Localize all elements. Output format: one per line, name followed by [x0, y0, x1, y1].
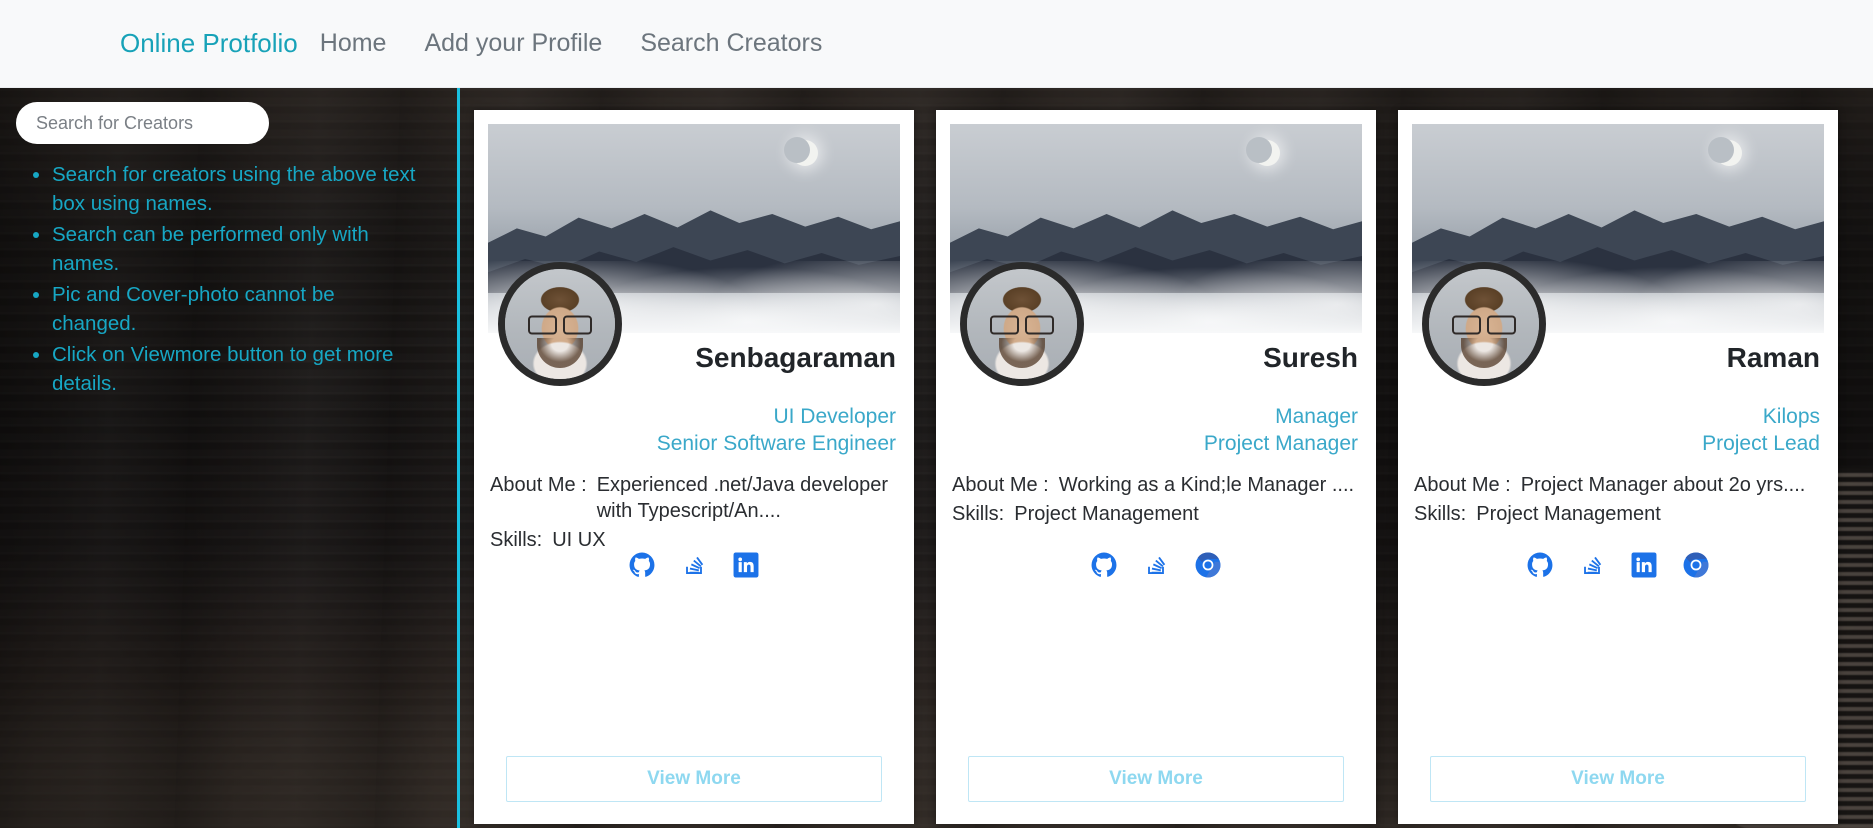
tip-item: Pic and Cover-photo cannot be changed. — [30, 280, 420, 338]
avatar — [498, 262, 622, 386]
about-value: Working as a Kind;le Manager .... — [1058, 474, 1355, 496]
chrome-icon[interactable] — [1195, 552, 1221, 578]
stackoverflow-icon[interactable] — [1579, 552, 1605, 578]
moon-icon — [784, 137, 818, 166]
about-row: About Me : Project Manager about 2o yrs.… — [1414, 472, 1822, 498]
skills-value: UI UX — [552, 529, 606, 551]
role-secondary: Project Lead — [1702, 432, 1820, 455]
detail-block: About Me : Experienced .net/Java develop… — [490, 472, 898, 556]
about-row: About Me : Working as a Kind;le Manager … — [952, 472, 1360, 498]
github-icon[interactable] — [1091, 552, 1117, 578]
github-icon[interactable] — [1527, 552, 1553, 578]
role-secondary: Senior Software Engineer — [656, 432, 896, 455]
skills-value: Project Management — [1014, 503, 1199, 525]
creator-name: Suresh — [1263, 342, 1358, 373]
view-more-button[interactable]: View More — [506, 756, 882, 802]
about-label: About Me : — [490, 474, 587, 496]
about-label: About Me : — [952, 474, 1049, 496]
detail-block: About Me : Working as a Kind;le Manager … — [952, 472, 1360, 530]
glasses-icon — [528, 315, 592, 335]
tip-item: Search for creators using the above text… — [30, 160, 420, 218]
creator-card[interactable]: Senbagaraman UI Developer Senior Softwar… — [474, 110, 914, 824]
social-links — [936, 552, 1376, 578]
avatar — [1422, 262, 1546, 386]
avatar — [960, 262, 1084, 386]
about-value: Experienced .net/Java developer with Typ… — [596, 474, 889, 522]
social-links — [474, 552, 914, 578]
tip-item: Click on Viewmore button to get more det… — [30, 340, 420, 398]
chrome-icon[interactable] — [1683, 552, 1709, 578]
nav-brand-online-protfolio[interactable]: Online Protfolio — [120, 28, 298, 59]
moon-icon — [1246, 137, 1280, 166]
sidebar-tips-list: Search for creators using the above text… — [30, 160, 420, 400]
skills-value: Project Management — [1476, 503, 1661, 525]
linkedin-icon[interactable] — [733, 552, 759, 578]
view-more-button[interactable]: View More — [1430, 756, 1806, 802]
glasses-icon — [990, 315, 1054, 335]
nav-link-home[interactable]: Home — [320, 29, 387, 58]
about-value: Project Manager about 2o yrs.... — [1520, 474, 1806, 496]
role-secondary: Project Manager — [1203, 432, 1358, 455]
nav-link-add-your-profile[interactable]: Add your Profile — [424, 29, 602, 58]
creator-card[interactable]: Suresh Manager Project Manager About Me … — [936, 110, 1376, 824]
skills-label: Skills: — [952, 503, 1005, 525]
stackoverflow-icon[interactable] — [681, 552, 707, 578]
page-body: Search for creators using the above text… — [0, 88, 1873, 828]
skills-row: Skills: UI UX — [490, 527, 898, 553]
sidebar: Search for creators using the above text… — [0, 88, 459, 828]
role-block: Kilops Project Lead — [1702, 403, 1820, 457]
role-primary: Kilops — [1762, 405, 1820, 428]
tip-item: Search can be performed only with names. — [30, 220, 420, 278]
role-primary: Manager — [1275, 405, 1358, 428]
creator-card-list: Senbagaraman UI Developer Senior Softwar… — [474, 88, 1873, 828]
linkedin-icon[interactable] — [1631, 552, 1657, 578]
role-block: UI Developer Senior Software Engineer — [657, 403, 896, 457]
skills-label: Skills: — [490, 529, 543, 551]
github-icon[interactable] — [629, 552, 655, 578]
role-block: Manager Project Manager — [1204, 403, 1358, 457]
creator-name: Senbagaraman — [695, 342, 896, 373]
social-links — [1398, 552, 1838, 578]
view-more-button[interactable]: View More — [968, 756, 1344, 802]
glasses-icon — [1452, 315, 1516, 335]
creator-card[interactable]: Raman Kilops Project Lead About Me : Pro… — [1398, 110, 1838, 824]
top-navbar: Online Protfolio Home Add your Profile S… — [0, 0, 1873, 88]
creator-name: Raman — [1726, 342, 1820, 373]
moon-icon — [1708, 137, 1742, 166]
skills-row: Skills: Project Management — [952, 501, 1360, 527]
vertical-divider — [457, 88, 460, 828]
skills-row: Skills: Project Management — [1414, 501, 1822, 527]
detail-block: About Me : Project Manager about 2o yrs.… — [1414, 472, 1822, 530]
search-input[interactable] — [16, 102, 269, 144]
nav-link-search-creators[interactable]: Search Creators — [640, 29, 822, 58]
skills-label: Skills: — [1414, 503, 1467, 525]
role-primary: UI Developer — [773, 405, 896, 428]
stackoverflow-icon[interactable] — [1143, 552, 1169, 578]
about-row: About Me : Experienced .net/Java develop… — [490, 472, 898, 524]
about-label: About Me : — [1414, 474, 1511, 496]
